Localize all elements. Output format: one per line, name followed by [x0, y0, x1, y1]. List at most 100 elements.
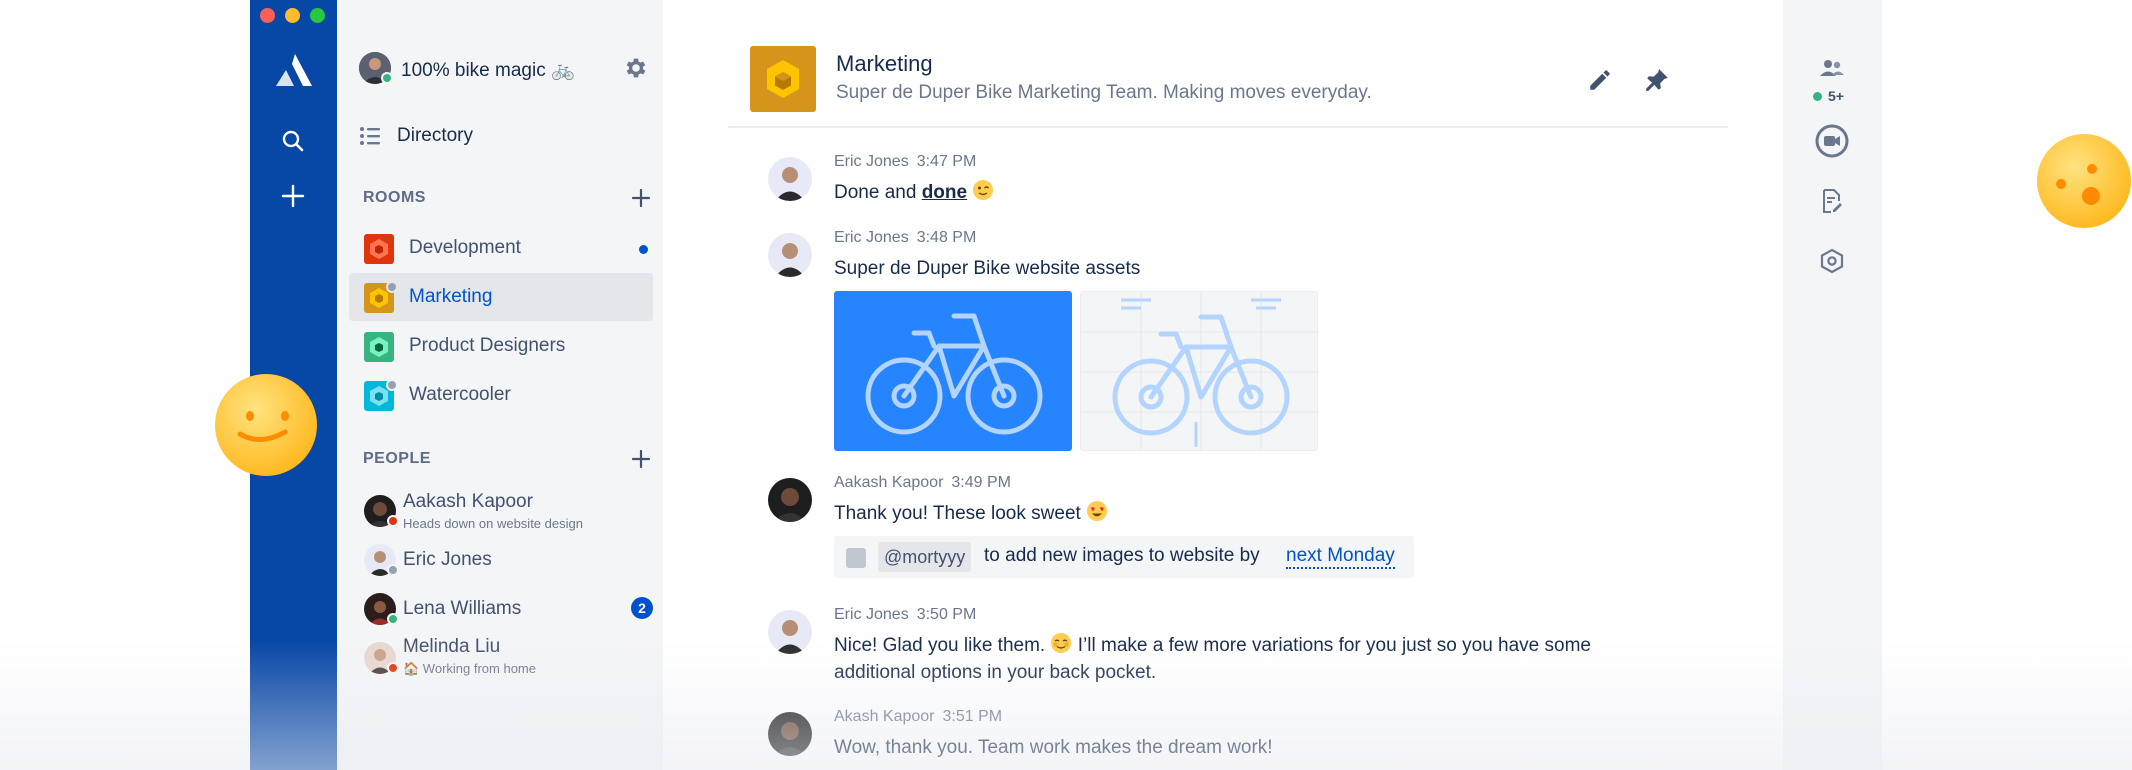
- message-time: 3:51 PM: [942, 708, 1003, 725]
- room-header: Marketing Super de Duper Bike Marketing …: [728, 44, 1728, 128]
- message-text: additional options in your back pocket.: [834, 662, 1157, 683]
- task-due-date[interactable]: next Monday: [1286, 545, 1395, 569]
- plus-icon: [631, 188, 651, 208]
- room-settings-button[interactable]: [1812, 241, 1852, 281]
- workspace-header[interactable]: 100% bike magic 🚲: [359, 50, 649, 86]
- room-topic: Super de Duper Bike Marketing Team. Maki…: [836, 82, 1372, 103]
- directory-link[interactable]: Directory: [359, 120, 649, 152]
- pencil-icon: [1590, 70, 1610, 90]
- blush-emoji-icon: [1051, 633, 1072, 653]
- room-name: Product Designers: [409, 335, 566, 356]
- presence-online-icon: [387, 613, 399, 625]
- plus-icon: [631, 449, 651, 469]
- decorative-smiley-ball: [2037, 134, 2131, 228]
- app-window: 100% bike magic 🚲 Directory ROOMS Develo…: [250, 0, 1882, 770]
- bike-image-blueprint[interactable]: [1080, 291, 1318, 451]
- video-call-button[interactable]: [1812, 121, 1852, 161]
- people-section-header: PEOPLE: [363, 447, 653, 471]
- message-text: Nice! Glad you like them.: [834, 635, 1046, 656]
- task-text: to add new images to website by: [984, 545, 1260, 566]
- message-author[interactable]: Akash Kapoor: [834, 708, 935, 725]
- video-icon: [1815, 124, 1849, 158]
- private-room-icon: [386, 379, 398, 391]
- message-text: I’ll make a few more variations for you …: [1077, 635, 1591, 656]
- message-time: 3:50 PM: [916, 606, 977, 623]
- add-room-button[interactable]: [629, 186, 653, 210]
- pin-room-button[interactable]: [1641, 64, 1673, 96]
- room-name: Watercooler: [409, 384, 511, 405]
- search-button[interactable]: [273, 121, 313, 161]
- room-title: Marketing: [836, 51, 933, 76]
- avatar[interactable]: [768, 712, 812, 756]
- message-bold-text: done: [921, 182, 968, 203]
- bike-image-blue[interactable]: [834, 291, 1072, 451]
- message-body: Super de Duper Bike website assets: [834, 258, 1141, 279]
- window-minimize-button[interactable]: [285, 8, 300, 23]
- person-item-aakash-kapoor[interactable]: Aakash Kapoor Heads down on website desi…: [359, 489, 659, 533]
- rooms-heading: ROOMS: [363, 189, 426, 206]
- task-checkbox[interactable]: [846, 548, 866, 568]
- presence-away-icon: [387, 564, 399, 576]
- avatar[interactable]: [768, 233, 812, 277]
- presence-online-icon: [381, 72, 393, 84]
- decorative-smiley-ball: [215, 374, 317, 476]
- room-item-watercooler[interactable]: Watercooler: [349, 371, 653, 419]
- person-item-melinda-liu[interactable]: Melinda Liu 🏠 Working from home: [359, 636, 659, 680]
- message-body: Done and done: [834, 179, 994, 206]
- edit-room-button[interactable]: [1584, 64, 1616, 96]
- hexagon-settings-icon: [1820, 248, 1844, 274]
- heart-eyes-emoji-icon: [1087, 501, 1108, 521]
- window-zoom-button[interactable]: [310, 8, 325, 23]
- person-name: Eric Jones: [403, 549, 492, 570]
- message-meta: Eric Jones 3:50 PM: [834, 606, 976, 624]
- gear-icon: [626, 58, 646, 78]
- message-body: Wow, thank you. Team work makes the drea…: [834, 737, 1273, 758]
- presence-busy-icon: [387, 515, 399, 527]
- message-text: Thank you! These look sweet: [834, 503, 1081, 524]
- avatar[interactable]: [768, 610, 812, 654]
- files-button[interactable]: [1812, 181, 1852, 221]
- unread-count-badge: 2: [631, 597, 653, 619]
- room-item-development[interactable]: Development: [349, 224, 653, 272]
- participants-count: 5+: [1813, 88, 1844, 104]
- presence-busy-icon: [387, 662, 399, 674]
- person-name: Lena Williams: [403, 598, 522, 619]
- message-meta: Akash Kapoor 3:51 PM: [834, 708, 1002, 726]
- message-author[interactable]: Eric Jones: [834, 153, 909, 170]
- create-button[interactable]: [273, 176, 313, 216]
- message-meta: Eric Jones 3:47 PM: [834, 153, 976, 171]
- room-hexagon-icon: [364, 234, 394, 264]
- avatar[interactable]: [768, 478, 812, 522]
- message-author[interactable]: Eric Jones: [834, 229, 909, 246]
- action-item[interactable]: @mortyyy to add new images to website by…: [834, 536, 1414, 578]
- pin-icon: [1646, 69, 1668, 91]
- atlassian-logo-icon[interactable]: [272, 50, 316, 90]
- chat-panel: Marketing Super de Duper Bike Marketing …: [663, 0, 1783, 770]
- participants-button[interactable]: [1812, 48, 1852, 88]
- room-item-product-designers[interactable]: Product Designers: [349, 322, 653, 370]
- room-hexagon-icon: [767, 60, 799, 98]
- people-icon: [1820, 60, 1844, 76]
- message-author[interactable]: Eric Jones: [834, 606, 909, 623]
- person-item-lena-williams[interactable]: Lena Williams 2: [359, 587, 659, 631]
- person-item-eric-jones[interactable]: Eric Jones: [359, 538, 659, 582]
- message-text: Done and: [834, 182, 922, 203]
- room-item-marketing[interactable]: Marketing: [349, 273, 653, 321]
- settings-button[interactable]: [623, 55, 649, 81]
- user-mention[interactable]: @mortyyy: [878, 542, 972, 572]
- people-heading: PEOPLE: [363, 450, 431, 467]
- window-close-button[interactable]: [260, 8, 275, 23]
- room-name: Development: [409, 237, 521, 258]
- message-meta: Eric Jones 3:48 PM: [834, 229, 976, 247]
- add-person-button[interactable]: [629, 447, 653, 471]
- avatar[interactable]: [768, 157, 812, 201]
- unread-indicator: [639, 245, 648, 254]
- file-edit-icon: [1823, 189, 1842, 213]
- message-time: 3:47 PM: [916, 153, 977, 170]
- sidebar: 100% bike magic 🚲 Directory ROOMS Develo…: [337, 0, 663, 770]
- room-avatar: [750, 46, 816, 112]
- workspace-name: 100% bike magic 🚲: [401, 60, 575, 81]
- message-author[interactable]: Aakash Kapoor: [834, 474, 943, 491]
- message-item: Eric Jones 3:50 PM Nice! Glad you like th…: [768, 606, 1668, 690]
- wink-emoji-icon: [973, 180, 994, 200]
